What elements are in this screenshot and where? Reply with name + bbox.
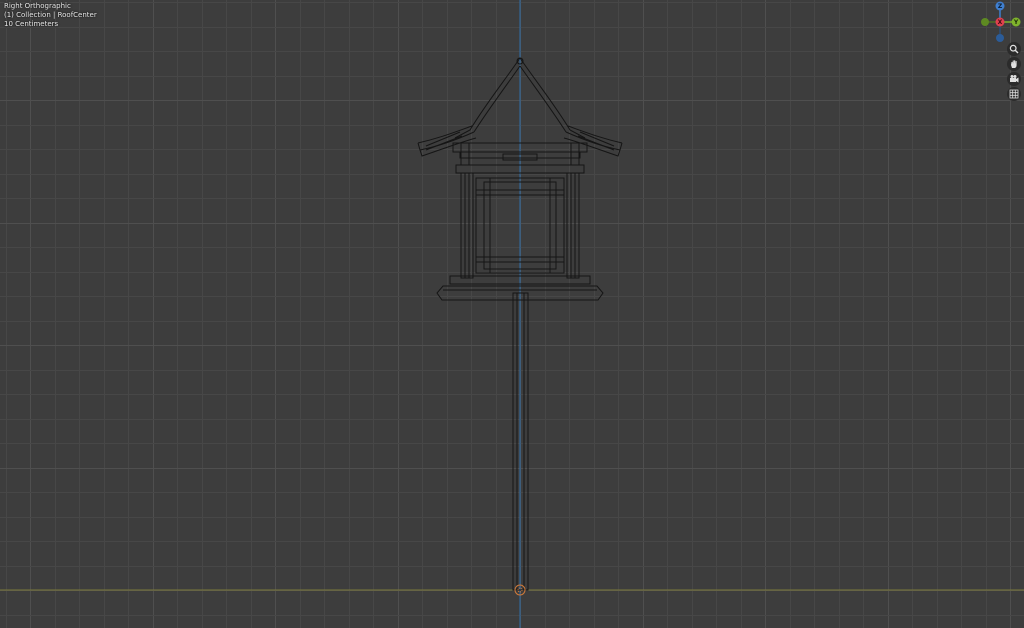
gizmo-x-axis[interactable]: X [995, 17, 1005, 27]
viewport-grid [0, 0, 1024, 628]
svg-text:Y: Y [1013, 19, 1019, 26]
view-name-label: Right Orthographic [4, 2, 71, 10]
gizmo-y-axis[interactable]: Y [1011, 17, 1021, 27]
ortho-toggle-button[interactable] [1007, 87, 1021, 101]
pan-hand-icon [1011, 60, 1017, 68]
3d-viewport[interactable]: Right Orthographic (1) Collection | Roof… [0, 0, 1024, 628]
gizmo-neg-y-axis[interactable] [981, 18, 989, 26]
zoom-icon [1009, 44, 1019, 54]
camera-view-button[interactable] [1007, 72, 1021, 86]
grid-scale-label: 10 Centimeters [4, 20, 59, 28]
svg-text:X: X [998, 19, 1003, 26]
svg-text:Z: Z [998, 3, 1003, 10]
gizmo-z-axis[interactable]: Z [995, 1, 1005, 11]
ortho-grid-icon [1009, 89, 1019, 99]
collection-label: (1) Collection | RoofCenter [4, 11, 97, 19]
viewport-info-overlay: Right Orthographic (1) Collection | Roof… [4, 2, 97, 29]
zoom-button[interactable] [1007, 42, 1021, 56]
gizmo-neg-z-axis[interactable] [996, 34, 1004, 42]
navigation-gizmo[interactable]: Z Y X [980, 0, 1024, 44]
viewport-canvas[interactable] [0, 0, 1024, 628]
pan-button[interactable] [1007, 57, 1021, 71]
camera-view-icon [1010, 75, 1019, 83]
